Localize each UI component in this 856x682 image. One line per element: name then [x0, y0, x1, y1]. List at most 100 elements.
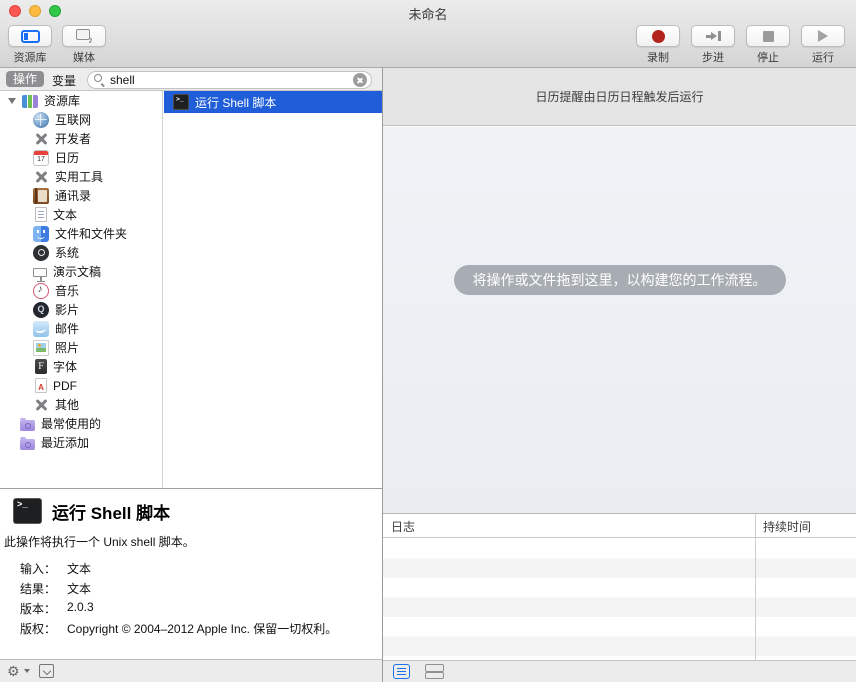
run-button-label: 运行	[793, 49, 853, 65]
library-books-icon	[22, 95, 38, 108]
panes-view-icon[interactable]	[425, 664, 442, 679]
globe-icon	[33, 112, 49, 128]
description-panel-toggle[interactable]	[39, 664, 54, 678]
library-button-label: 资源库	[0, 49, 60, 65]
disclosure-triangle-icon[interactable]	[8, 98, 16, 104]
sidebar-item-text[interactable]: 文本	[0, 205, 162, 224]
workflow-trigger-text: 日历提醒由日历日程触发后运行	[535, 88, 703, 105]
media-icon	[75, 29, 93, 43]
smart-folder-icon	[20, 420, 35, 431]
clear-search-icon[interactable]	[353, 73, 367, 87]
terminal-icon	[13, 498, 42, 524]
record-button[interactable]	[636, 25, 680, 47]
info-value: 文本	[67, 558, 337, 578]
sidebar-item-label: 开发者	[55, 130, 91, 147]
sidebar-item-movies[interactable]: 影片	[0, 300, 162, 319]
sidebar-item-label: 影片	[55, 301, 79, 318]
sidebar-item-fonts[interactable]: 字体	[0, 357, 162, 376]
action-gear-menu[interactable]: ⚙	[7, 663, 33, 680]
chevron-down-icon	[24, 669, 30, 673]
sidebar-item-mail[interactable]: 邮件	[0, 319, 162, 338]
gear-icon: ⚙	[7, 663, 20, 679]
log-table-header: 日志 持续时间	[383, 514, 856, 538]
sidebar-item-calendar[interactable]: 日历	[0, 148, 162, 167]
log-column-header[interactable]: 日志	[391, 518, 415, 535]
finder-icon	[33, 226, 49, 242]
tab-actions[interactable]: 操作	[6, 71, 44, 87]
info-row-input: 输入： 文本	[4, 558, 337, 578]
log-column-divider[interactable]	[755, 514, 756, 661]
run-button[interactable]	[801, 25, 845, 47]
left-status-bar: ⚙	[0, 659, 382, 682]
sidebar-item-label: 最常使用的	[41, 415, 101, 432]
description-header: 运行 Shell 脚本	[13, 498, 382, 524]
pdf-document-icon	[35, 378, 47, 393]
sidebar-item-label: 互联网	[55, 111, 91, 128]
step-button[interactable]	[691, 25, 735, 47]
sidebar-item-pdf[interactable]: PDF	[0, 376, 162, 395]
sidebar-item-label: 通讯录	[55, 187, 91, 204]
sidebar-item-label: 字体	[53, 358, 77, 375]
library-toggle-button[interactable]	[8, 25, 52, 47]
media-button[interactable]	[62, 25, 106, 47]
sidebar-item-system[interactable]: 系统	[0, 243, 162, 262]
result-label: 运行 Shell 脚本	[195, 94, 276, 111]
action-info-table: 输入： 文本 结果： 文本 版本： 2.0.3 版权： Copyright © …	[4, 558, 337, 638]
system-gear-icon	[33, 245, 49, 261]
action-title: 运行 Shell 脚本	[52, 499, 170, 524]
search-field-wrap	[87, 71, 372, 89]
sidebar-item-library[interactable]: 资源库	[0, 91, 162, 110]
sidebar-item-contacts[interactable]: 通讯录	[0, 186, 162, 205]
info-value: 文本	[67, 578, 337, 598]
log-rows	[383, 539, 856, 660]
search-input[interactable]	[87, 71, 372, 89]
workflow-canvas[interactable]: 将操作或文件拖到这里，以构建您的工作流程。	[383, 127, 856, 513]
sidebar-item-photos[interactable]: 照片	[0, 338, 162, 357]
tab-variables[interactable]: 变量	[52, 72, 76, 89]
photos-icon	[33, 340, 49, 356]
record-button-label: 录制	[628, 49, 688, 65]
record-icon	[652, 30, 665, 43]
sidebar-item-most-used[interactable]: 最常使用的	[0, 414, 162, 433]
step-button-label: 步进	[683, 49, 743, 65]
mail-icon	[33, 321, 49, 337]
log-panel: 日志 持续时间	[383, 513, 856, 660]
window-title: 未命名	[0, 4, 856, 23]
terminal-icon	[173, 94, 189, 110]
sidebar-item-files-folders[interactable]: 文件和文件夹	[0, 224, 162, 243]
sidebar-item-music[interactable]: 音乐	[0, 281, 162, 300]
stop-icon	[763, 31, 774, 42]
sidebar-item-internet[interactable]: 互联网	[0, 110, 162, 129]
log-view-icon[interactable]	[393, 664, 410, 679]
sidebar-item-recently-added[interactable]: 最近添加	[0, 433, 162, 452]
workflow-trigger-header: 日历提醒由日历日程触发后运行	[383, 68, 856, 126]
sidebar-item-label: 文件和文件夹	[55, 225, 127, 242]
sidebar-item-label: 系统	[55, 244, 79, 261]
sidebar-item-utilities[interactable]: 实用工具	[0, 167, 162, 186]
sidebar-item-label: 照片	[55, 339, 79, 356]
automator-window: 未命名 资源库 媒体 录制 步进 停止 运行 操作 变量	[0, 0, 856, 682]
text-document-icon	[35, 207, 47, 222]
sidebar-item-developer[interactable]: 开发者	[0, 129, 162, 148]
info-row-version: 版本： 2.0.3	[4, 598, 337, 618]
drop-hint-pill: 将操作或文件拖到这里，以构建您的工作流程。	[454, 265, 786, 295]
stop-button-label: 停止	[738, 49, 798, 65]
search-icon	[94, 74, 102, 82]
result-run-shell-script[interactable]: 运行 Shell 脚本	[164, 91, 382, 113]
sidebar-item-label: 最近添加	[41, 434, 89, 451]
action-summary: 此操作将执行一个 Unix shell 脚本。	[4, 533, 382, 550]
info-label: 版权：	[4, 618, 67, 638]
sidebar-item-presentations[interactable]: 演示文稿	[0, 262, 162, 281]
info-label: 结果：	[4, 578, 67, 598]
duration-column-header[interactable]: 持续时间	[763, 518, 811, 535]
window-chrome: 未命名 资源库 媒体 录制 步进 停止 运行	[0, 0, 856, 68]
step-icon	[706, 30, 721, 42]
sidebar-item-label: 其他	[55, 396, 79, 413]
sidebar-item-label: 实用工具	[55, 168, 103, 185]
stop-button[interactable]	[746, 25, 790, 47]
smart-folder-icon	[20, 439, 35, 450]
action-results-list: 运行 Shell 脚本	[164, 91, 382, 488]
presentation-icon	[33, 268, 47, 277]
crossed-tools-icon	[33, 397, 49, 413]
sidebar-item-other[interactable]: 其他	[0, 395, 162, 414]
